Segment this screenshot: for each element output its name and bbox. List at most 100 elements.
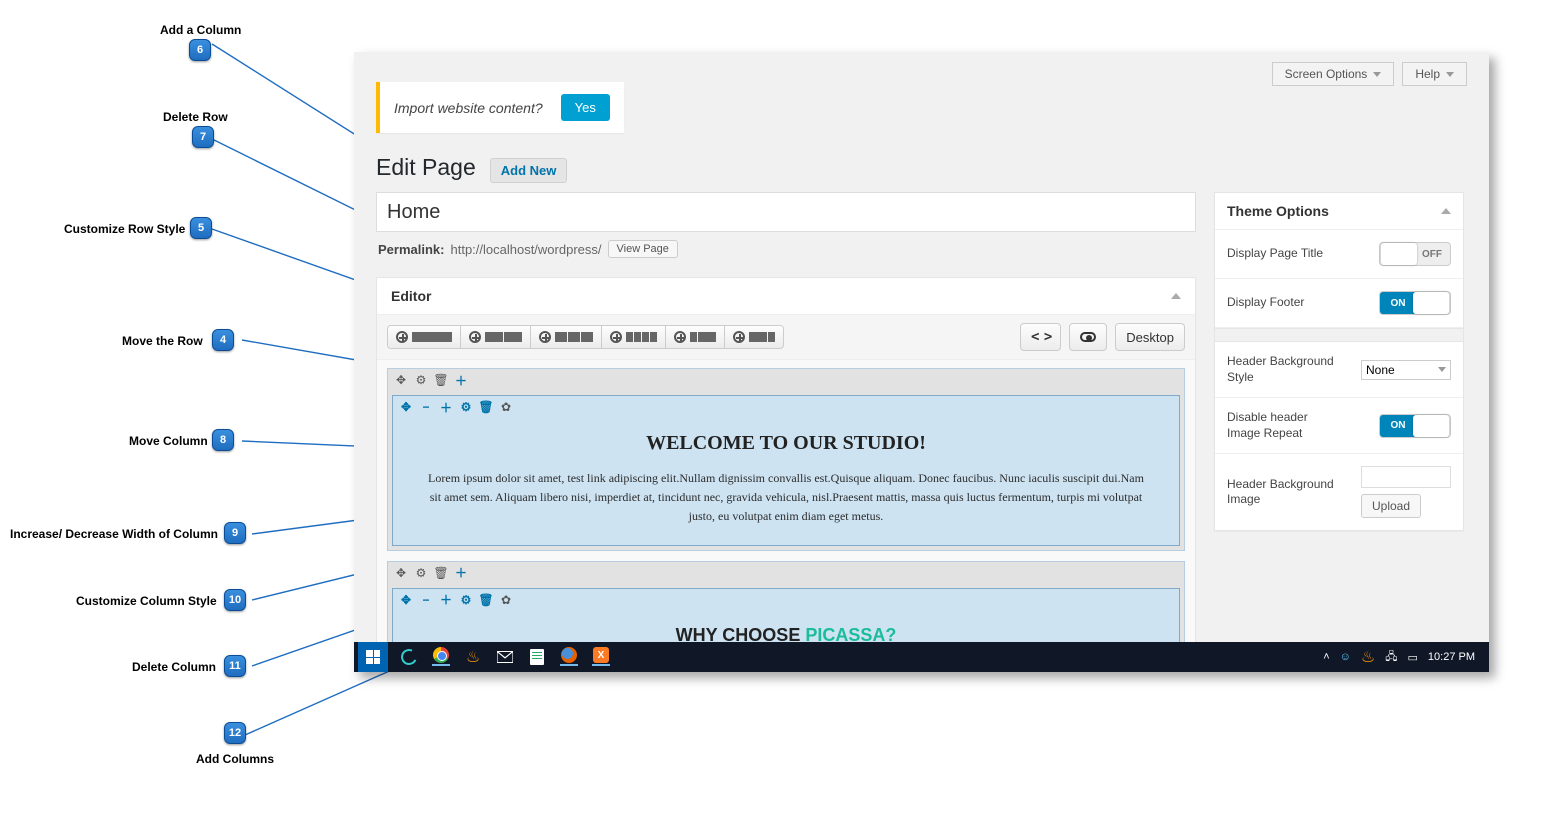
callout-bubble-12: 12 [224, 722, 246, 744]
delete-column-icon[interactable]: 🗑 [479, 593, 493, 607]
callout-bubble-9: 9 [224, 522, 246, 544]
move-row-icon[interactable]: ✥ [394, 373, 408, 387]
system-tray: ˄ ☺ ♨ 🖧 ▭ 10:27 PM [1323, 647, 1485, 667]
add-row-1col-button[interactable] [388, 326, 461, 348]
notepad-icon[interactable] [528, 648, 546, 666]
move-column-icon[interactable]: ✥ [399, 400, 413, 414]
edge-icon[interactable] [400, 648, 418, 666]
add-new-button[interactable]: Add New [490, 158, 568, 183]
collapse-icon [1441, 208, 1451, 214]
decrease-width-icon[interactable]: − [419, 593, 433, 607]
callout-bubble-7: 7 [192, 126, 214, 148]
row-block-1: ✥ ⚙ 🗑 ＋ ✥ − ＋ ⚙ 🗑 ✿ WELCOME TO OU [387, 368, 1185, 551]
permalink-label: Permalink: [378, 242, 444, 257]
callout-label-4: Move the Row [122, 334, 203, 348]
callout-bubble-10: 10 [224, 589, 246, 611]
add-row-2-1-button[interactable] [725, 326, 783, 348]
increase-width-icon[interactable]: ＋ [439, 400, 453, 414]
display-footer-label: Display Footer [1227, 295, 1304, 311]
tray-action-center-icon[interactable]: ▭ [1408, 651, 1418, 664]
callout-label-8: Move Column [129, 434, 208, 448]
collapse-icon [1171, 293, 1181, 299]
screen-options-button[interactable]: Screen Options [1272, 62, 1395, 86]
column-settings-icon[interactable]: ⚙ [459, 400, 473, 414]
callout-label-7: Delete Row [163, 110, 228, 124]
decrease-width-icon[interactable]: − [419, 400, 433, 414]
callout-bubble-6: 6 [189, 39, 211, 61]
move-row-icon[interactable]: ✥ [394, 566, 408, 580]
theme-options-header[interactable]: Theme Options [1215, 193, 1463, 230]
preview-button[interactable] [1069, 323, 1107, 351]
add-row-2col-button[interactable] [461, 326, 531, 348]
add-row-3col-button[interactable] [531, 326, 602, 348]
editor-header[interactable]: Editor [377, 278, 1195, 315]
screen-options-label: Screen Options [1285, 67, 1368, 81]
taskbar: ♨ X ˄ ☺ ♨ 🖧 ▭ 10:27 PM [354, 642, 1489, 672]
tray-clock[interactable]: 10:27 PM [1428, 651, 1475, 663]
permalink: Permalink: http://localhost/wordpress/ V… [376, 232, 1196, 258]
gear-icon[interactable]: ⚙ [414, 566, 428, 580]
tray-flame-icon[interactable]: ♨ [1361, 647, 1375, 667]
notice-text: Import website content? [394, 100, 543, 116]
source-code-button[interactable]: < > [1020, 323, 1061, 351]
post-title-input[interactable] [376, 192, 1196, 232]
add-column-icon[interactable]: ＋ [454, 373, 468, 387]
editor-toolbar: < > Desktop [377, 315, 1195, 360]
flame-icon[interactable]: ♨ [464, 648, 482, 666]
xampp-icon[interactable]: X [592, 648, 610, 666]
content-paragraph: Lorem ipsum dolor sit amet, test link ad… [421, 469, 1151, 527]
help-label: Help [1415, 67, 1440, 81]
trash-icon[interactable]: 🗑 [434, 373, 448, 387]
delete-column-icon[interactable]: 🗑 [479, 400, 493, 414]
chevron-down-icon [1373, 72, 1381, 77]
disable-header-repeat-toggle[interactable]: ON [1379, 414, 1451, 438]
plus-icon [610, 331, 622, 343]
callout-bubble-8: 8 [212, 429, 234, 451]
eye-icon [1080, 332, 1096, 342]
column-settings-icon[interactable]: ⚙ [459, 593, 473, 607]
firefox-icon[interactable] [560, 648, 578, 666]
display-page-title-toggle[interactable]: OFF [1379, 242, 1451, 266]
add-element-icon[interactable]: ✿ [499, 400, 513, 414]
increase-width-icon[interactable]: ＋ [439, 593, 453, 607]
callout-bubble-11: 11 [224, 655, 246, 677]
callout-bubble-5: 5 [190, 217, 212, 239]
tray-expand-icon[interactable]: ˄ [1323, 651, 1329, 663]
viewport-desktop-button[interactable]: Desktop [1115, 323, 1185, 351]
angle-brackets-icon: < > [1031, 329, 1050, 345]
notice-yes-button[interactable]: Yes [561, 94, 610, 121]
chrome-icon[interactable] [432, 648, 450, 666]
move-column-icon[interactable]: ✥ [399, 593, 413, 607]
callout-label-12: Add Columns [196, 752, 274, 766]
plus-icon [539, 331, 551, 343]
header-bg-style-select[interactable]: None [1361, 360, 1451, 380]
column-block-2: ✥ − ＋ ⚙ 🗑 ✿ WHY CHOOSE PICASSA? [392, 588, 1180, 647]
windows-icon [366, 650, 380, 664]
add-element-icon[interactable]: ✿ [499, 593, 513, 607]
mail-icon[interactable] [496, 648, 514, 666]
header-bg-style-label: Header Background Style [1227, 354, 1337, 385]
content-heading: WELCOME TO OUR STUDIO! [421, 432, 1151, 455]
callout-label-9: Increase/ Decrease Width of Column [10, 527, 218, 541]
upload-button[interactable]: Upload [1361, 494, 1421, 518]
add-row-4col-button[interactable] [602, 326, 666, 348]
plus-icon [469, 331, 481, 343]
import-notice: Import website content? Yes [376, 82, 624, 133]
header-bg-image-input[interactable] [1361, 466, 1451, 488]
display-footer-toggle[interactable]: ON [1379, 291, 1451, 315]
add-row-1-2-button[interactable] [666, 326, 725, 348]
help-button[interactable]: Help [1402, 62, 1467, 86]
view-page-button[interactable]: View Page [608, 240, 678, 258]
start-button[interactable] [358, 642, 388, 672]
page-title: Edit Page [376, 154, 476, 181]
trash-icon[interactable]: 🗑 [434, 566, 448, 580]
callout-label-11: Delete Column [132, 660, 216, 674]
header-bg-image-label: Header Background Image [1227, 477, 1337, 508]
tray-user-icon[interactable]: ☺ [1340, 651, 1351, 663]
callout-label-6: Add a Column [160, 23, 241, 37]
permalink-url: http://localhost/wordpress/ [450, 242, 601, 257]
disable-header-repeat-label: Disable header Image Repeat [1227, 410, 1337, 441]
tray-network-icon[interactable]: 🖧 [1385, 648, 1397, 667]
add-column-icon[interactable]: ＋ [454, 566, 468, 580]
gear-icon[interactable]: ⚙ [414, 373, 428, 387]
